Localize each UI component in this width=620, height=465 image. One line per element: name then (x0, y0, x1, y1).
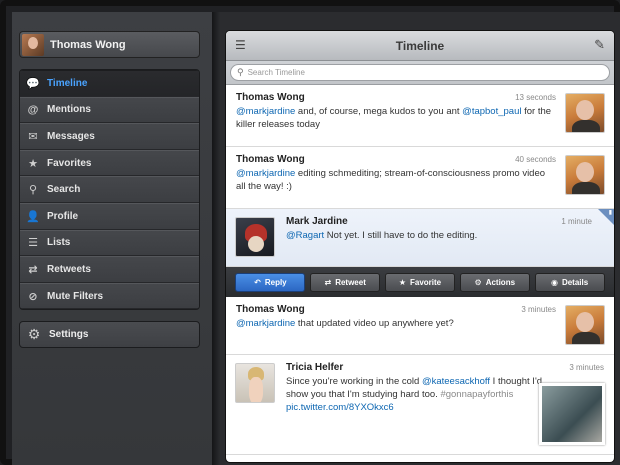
star-icon: ★ (398, 277, 406, 287)
tweet-row[interactable]: Thomas Wong 13 seconds @markjardine and,… (226, 85, 614, 147)
url-link[interactable]: pic.twitter.com/8YXOkxc6 (286, 402, 394, 413)
search-icon: ⚲ (28, 184, 38, 197)
envelope-icon: ✉ (28, 130, 38, 143)
settings-button[interactable]: ⚙ Settings (19, 321, 200, 348)
gear-icon: ⚙ (474, 277, 482, 287)
star-icon: ★ (28, 157, 38, 170)
reply-label: Reply (264, 277, 287, 287)
timeline-header: ☰ Timeline ✎ (226, 31, 614, 61)
reply-button[interactable]: ↶ Reply (235, 272, 306, 292)
main-area: ☰ Timeline ✎ ⚲ Search Timeline Thomas Wo… (220, 12, 620, 465)
search-input[interactable]: ⚲ Search Timeline (230, 64, 610, 81)
tweet-body: @markjardine that updated video up anywh… (236, 317, 556, 330)
account-name: Thomas Wong (50, 38, 126, 51)
mention-link[interactable]: @kateesackhoff (422, 376, 490, 387)
details-button[interactable]: ◉ Details (534, 272, 605, 292)
sidebar-item-mentions[interactable]: @ Mentions (20, 96, 199, 124)
tweet-time: 40 seconds (515, 155, 556, 164)
avatar[interactable] (565, 93, 605, 133)
tweet-author: Tricia Helfer (286, 362, 344, 373)
tweet-row[interactable]: Thomas Wong 40 seconds @markjardine edit… (226, 147, 614, 209)
tweet-body: Since you're working in the cold @katees… (286, 375, 566, 414)
sidebar-item-label: Profile (47, 210, 79, 222)
mute-icon: ⊘ (28, 290, 38, 303)
tweet-time: 3 minutes (521, 305, 556, 314)
timeline-panel: ☰ Timeline ✎ ⚲ Search Timeline Thomas Wo… (225, 30, 615, 463)
actions-button[interactable]: ⚙ Actions (459, 272, 530, 292)
mention-link[interactable]: @markjardine (236, 318, 295, 329)
compose-icon[interactable]: ✎ (594, 37, 605, 53)
tweet-text: Since you're working in the cold (286, 376, 422, 387)
retweet-label: Retweet (335, 277, 366, 287)
device-frame: Thomas Wong 💬 Timeline @ Mentions ✉ Messages ★… (0, 0, 620, 465)
person-icon: 👤 (26, 210, 40, 223)
sidebar-item-retweets[interactable]: ⇄ Retweets (20, 256, 199, 283)
actions-label: Actions (485, 277, 516, 287)
sidebar-item-messages[interactable]: ✉ Messages (20, 123, 199, 150)
search-bar: ⚲ Search Timeline (226, 61, 614, 85)
sidebar-item-label: Mute Filters (47, 290, 104, 302)
tweet-time: 3 minutes (569, 363, 604, 372)
avatar[interactable] (235, 217, 275, 257)
sidebar-item-label: Timeline (47, 77, 88, 89)
avatar[interactable] (565, 155, 605, 195)
search-icon: ⚲ (237, 67, 244, 77)
list-icon: ☰ (28, 237, 38, 250)
eye-icon: ◉ (550, 277, 558, 287)
tweet-text: Not yet. I still have to do the editing. (324, 230, 478, 241)
gear-icon: ⚙ (27, 326, 41, 342)
sidebar-item-label: Messages (47, 130, 95, 142)
mention-link[interactable]: @markjardine (236, 106, 295, 117)
sidebar-item-label: Search (47, 184, 81, 196)
avatar (22, 33, 44, 56)
tweet-row-selected[interactable]: Mark Jardine 1 minute @Ragart Not yet. I… (226, 209, 614, 267)
retweet-icon: ⇄ (324, 277, 332, 287)
at-icon: @ (27, 103, 39, 116)
bookmark-icon: ▮ (608, 210, 612, 216)
tweet-row[interactable]: Tricia Helfer 3 minutes Since you're wor… (226, 355, 614, 455)
sidebar-item-label: Mentions (47, 104, 91, 116)
favorite-button[interactable]: ★ Favorite (384, 272, 455, 292)
sidebar-item-timeline[interactable]: 💬 Timeline (20, 70, 199, 97)
tweet-row[interactable]: Thomas Wong 3 minutes @markjardine that … (226, 297, 614, 355)
tweet-time: 13 seconds (515, 93, 556, 102)
settings-label: Settings (49, 329, 89, 340)
sidebar-item-label: Retweets (47, 263, 91, 275)
search-placeholder: Search Timeline (247, 68, 305, 77)
sidebar-item-lists[interactable]: ☰ Lists (20, 229, 199, 257)
bubble-icon: 💬 (26, 77, 40, 90)
avatar[interactable] (235, 363, 275, 403)
favorite-label: Favorite (410, 277, 442, 287)
mention-link[interactable]: @Ragart (286, 230, 324, 241)
sidebar-item-favorites[interactable]: ★ Favorites (20, 149, 199, 177)
tweet-body: @markjardine editing schmediting; stream… (236, 167, 556, 193)
retweet-button[interactable]: ⇄ Retweet (310, 272, 381, 292)
retweet-icon: ⇄ (28, 263, 38, 276)
sidebar-item-label: Favorites (47, 157, 92, 169)
sidebar-item-profile[interactable]: 👤 Profile (20, 202, 199, 230)
sidebar-item-search[interactable]: ⚲ Search (20, 176, 199, 203)
avatar[interactable] (565, 305, 605, 345)
sidebar-item-mute-filters[interactable]: ⊘ Mute Filters (20, 282, 199, 310)
attached-photo[interactable] (539, 383, 605, 445)
sidebar-nav: 💬 Timeline @ Mentions ✉ Messages ★ Favorites ⚲ Se… (19, 69, 200, 311)
hashtag-link[interactable]: #gonnapayforthis (440, 389, 513, 400)
tweet-body: @Ragart Not yet. I still have to do the … (286, 229, 606, 242)
sidebar: Thomas Wong 💬 Timeline @ Mentions ✉ Messages ★… (12, 12, 212, 465)
details-label: Details (561, 277, 589, 287)
mention-link[interactable]: @tapbot_paul (462, 106, 521, 117)
tweet-text: and, of course, mega kudos to you ant (295, 106, 463, 117)
tweet-text: that updated video up anywhere yet? (295, 318, 454, 329)
tweet-body: @markjardine and, of course, mega kudos … (236, 105, 556, 131)
page-title: Timeline (395, 39, 445, 53)
sidebar-item-label: Lists (47, 237, 71, 249)
mention-link[interactable]: @markjardine (236, 168, 295, 179)
tweet-action-bar: ↶ Reply ⇄ Retweet ★ Favorite ⚙ Actions ◉ (226, 267, 614, 297)
tweet-time: 1 minute (561, 217, 592, 226)
reply-icon: ↶ (254, 277, 261, 287)
tweet-author: Mark Jardine (286, 216, 348, 227)
panel-divider (212, 12, 220, 465)
account-button[interactable]: Thomas Wong (19, 31, 200, 58)
